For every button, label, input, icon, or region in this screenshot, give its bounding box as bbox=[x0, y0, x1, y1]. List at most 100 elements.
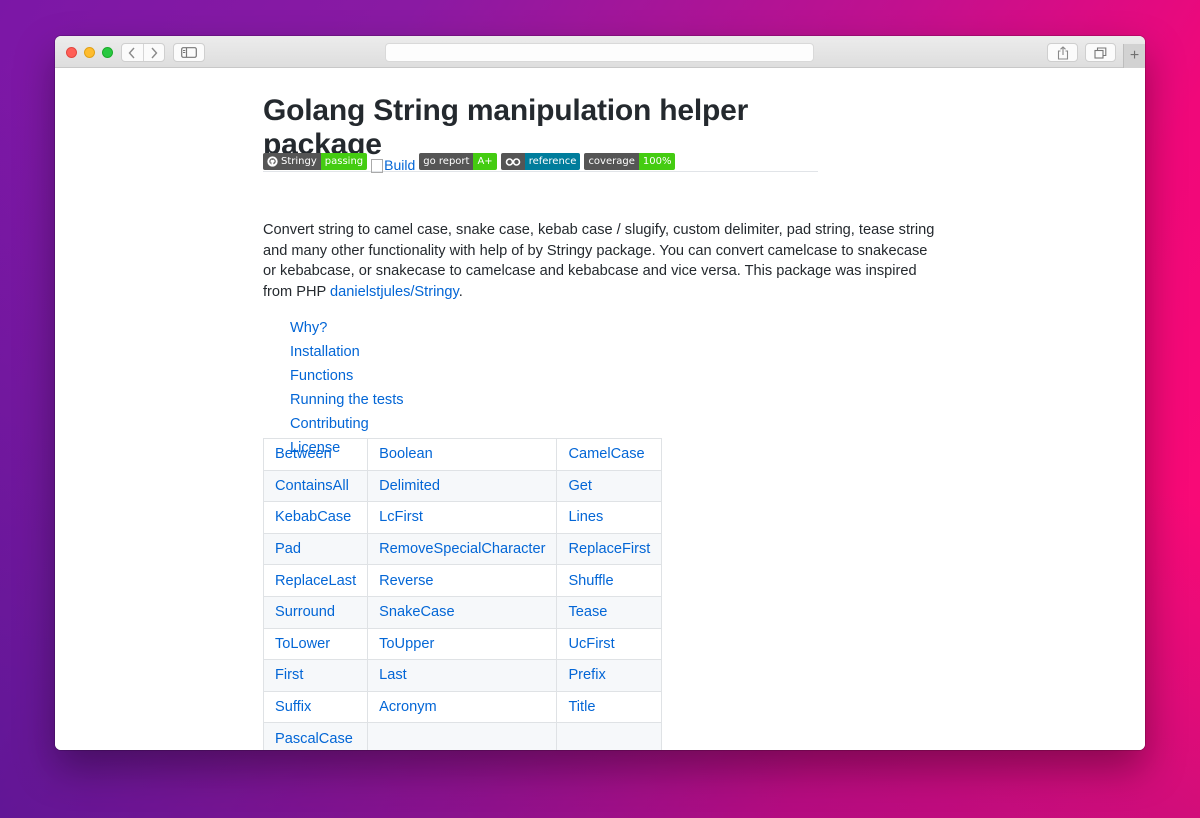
function-link[interactable]: ReplaceLast bbox=[275, 573, 356, 589]
function-link[interactable]: Last bbox=[379, 667, 407, 683]
toc-item-why[interactable]: Why? bbox=[290, 316, 404, 340]
function-link[interactable]: PascalCase bbox=[275, 731, 353, 747]
table-cell bbox=[556, 722, 663, 750]
table-cell: Reverse bbox=[367, 564, 558, 597]
table-cell: Pad bbox=[262, 532, 369, 566]
function-link[interactable]: Reverse bbox=[379, 573, 433, 589]
table-cell: RemoveSpecialCharacter bbox=[367, 532, 558, 566]
build-badge-broken-image[interactable]: Build bbox=[371, 154, 415, 173]
function-link[interactable]: ContainsAll bbox=[275, 478, 349, 494]
table-cell: Surround bbox=[262, 595, 369, 629]
table-cell: ToLower bbox=[262, 627, 369, 661]
badge-value: 100% bbox=[638, 153, 676, 170]
badge-value: reference bbox=[524, 153, 581, 170]
table-cell: ReplaceFirst bbox=[556, 532, 663, 566]
minimize-window-button[interactable] bbox=[84, 47, 95, 58]
table-row: Surround SnakeCase Tease bbox=[262, 595, 663, 629]
close-window-button[interactable] bbox=[66, 47, 77, 58]
badge-value: passing bbox=[320, 153, 368, 170]
table-row: ReplaceLast Reverse Shuffle bbox=[262, 564, 663, 597]
function-link[interactable]: Prefix bbox=[568, 667, 605, 683]
function-link[interactable]: CamelCase bbox=[568, 446, 644, 462]
function-link[interactable]: ToLower bbox=[275, 636, 330, 652]
table-cell: ReplaceLast bbox=[262, 564, 369, 597]
sidebar-toggle-button[interactable] bbox=[173, 43, 205, 62]
address-bar[interactable] bbox=[385, 43, 814, 62]
table-cell bbox=[367, 722, 558, 750]
function-link[interactable]: Delimited bbox=[379, 478, 440, 494]
toc-link[interactable]: Running the tests bbox=[290, 392, 404, 408]
function-link[interactable]: Title bbox=[568, 699, 595, 715]
go-report-badge[interactable]: go report A+ bbox=[419, 153, 497, 170]
page-content: Golang String manipulation helper packag… bbox=[55, 68, 1145, 750]
badge-label-text: Stringy bbox=[281, 156, 317, 167]
function-link[interactable]: Lines bbox=[568, 509, 603, 525]
table-cell: Suffix bbox=[262, 690, 369, 724]
toc-link[interactable]: Why? bbox=[290, 320, 327, 336]
toc-link[interactable]: Contributing bbox=[290, 416, 369, 432]
function-link[interactable]: Shuffle bbox=[568, 573, 613, 589]
share-button[interactable] bbox=[1047, 43, 1078, 62]
function-link[interactable]: Surround bbox=[275, 604, 335, 620]
table-row: ToLower ToUpper UcFirst bbox=[262, 627, 663, 661]
table-cell: UcFirst bbox=[556, 627, 663, 661]
coverage-badge[interactable]: coverage 100% bbox=[584, 153, 676, 170]
function-link[interactable]: Pad bbox=[275, 541, 301, 557]
toc-item-functions[interactable]: Functions bbox=[290, 364, 404, 388]
share-icon bbox=[1057, 45, 1068, 60]
forward-button[interactable] bbox=[144, 44, 165, 61]
broken-image-icon bbox=[371, 159, 384, 173]
table-cell: LcFirst bbox=[367, 501, 558, 534]
table-cell: Lines bbox=[556, 501, 663, 534]
table-cell: Delimited bbox=[367, 469, 558, 503]
badge-value: A+ bbox=[473, 153, 497, 170]
function-link[interactable]: ReplaceFirst bbox=[568, 541, 650, 557]
go-reference-badge[interactable]: reference bbox=[500, 153, 581, 170]
description-paragraph: Convert string to camel case, snake case… bbox=[263, 220, 943, 302]
table-cell: Shuffle bbox=[556, 564, 663, 597]
function-link[interactable]: UcFirst bbox=[568, 636, 614, 652]
table-cell: KebabCase bbox=[262, 501, 369, 534]
toc-link[interactable]: Installation bbox=[290, 344, 360, 360]
function-link[interactable]: ToUpper bbox=[379, 636, 434, 652]
function-link[interactable]: Suffix bbox=[275, 699, 311, 715]
go-logo-icon bbox=[505, 157, 520, 166]
toc-item-contributing[interactable]: Contributing bbox=[290, 412, 404, 436]
broken-image-alt-text: Build bbox=[384, 157, 416, 173]
function-link[interactable]: KebabCase bbox=[275, 509, 351, 525]
table-cell: Acronym bbox=[367, 690, 558, 724]
toc-link[interactable]: Functions bbox=[290, 368, 353, 384]
function-link[interactable]: LcFirst bbox=[379, 509, 423, 525]
table-cell: Title bbox=[556, 690, 663, 724]
table-row: PascalCase bbox=[262, 722, 663, 750]
function-link[interactable]: First bbox=[275, 667, 303, 683]
toc-item-installation[interactable]: Installation bbox=[290, 340, 404, 364]
stringy-php-link[interactable]: danielstjules/Stringy bbox=[330, 284, 459, 300]
function-link[interactable]: Get bbox=[568, 478, 592, 494]
table-row: First Last Prefix bbox=[262, 659, 663, 692]
show-tabs-button[interactable] bbox=[1085, 43, 1116, 62]
table-row: Pad RemoveSpecialCharacter ReplaceFirst bbox=[262, 532, 663, 566]
table-cell: CamelCase bbox=[556, 438, 663, 471]
chevron-right-icon bbox=[151, 47, 158, 58]
table-cell: Boolean bbox=[367, 438, 558, 471]
badge-row: Stringy passing Build go report A+ refer… bbox=[263, 153, 676, 173]
back-button[interactable] bbox=[122, 44, 144, 61]
tabs-overview-icon bbox=[1094, 46, 1107, 59]
function-link[interactable]: SnakeCase bbox=[379, 604, 454, 620]
badge-label: go report bbox=[419, 153, 474, 170]
function-link[interactable]: Between bbox=[275, 446, 332, 462]
table-row: Between Boolean CamelCase bbox=[262, 438, 663, 471]
function-link[interactable]: Tease bbox=[568, 604, 607, 620]
build-status-badge[interactable]: Stringy passing bbox=[263, 153, 368, 170]
zoom-window-button[interactable] bbox=[102, 47, 113, 58]
table-cell: ContainsAll bbox=[262, 469, 369, 503]
table-cell: Get bbox=[556, 469, 663, 503]
new-tab-button[interactable]: + bbox=[1123, 44, 1145, 68]
github-icon bbox=[267, 156, 278, 167]
function-link[interactable]: Acronym bbox=[379, 699, 437, 715]
toc-item-running-tests[interactable]: Running the tests bbox=[290, 388, 404, 412]
function-link[interactable]: RemoveSpecialCharacter bbox=[379, 541, 545, 557]
badge-label: Stringy bbox=[263, 153, 321, 170]
function-link[interactable]: Boolean bbox=[379, 446, 433, 462]
